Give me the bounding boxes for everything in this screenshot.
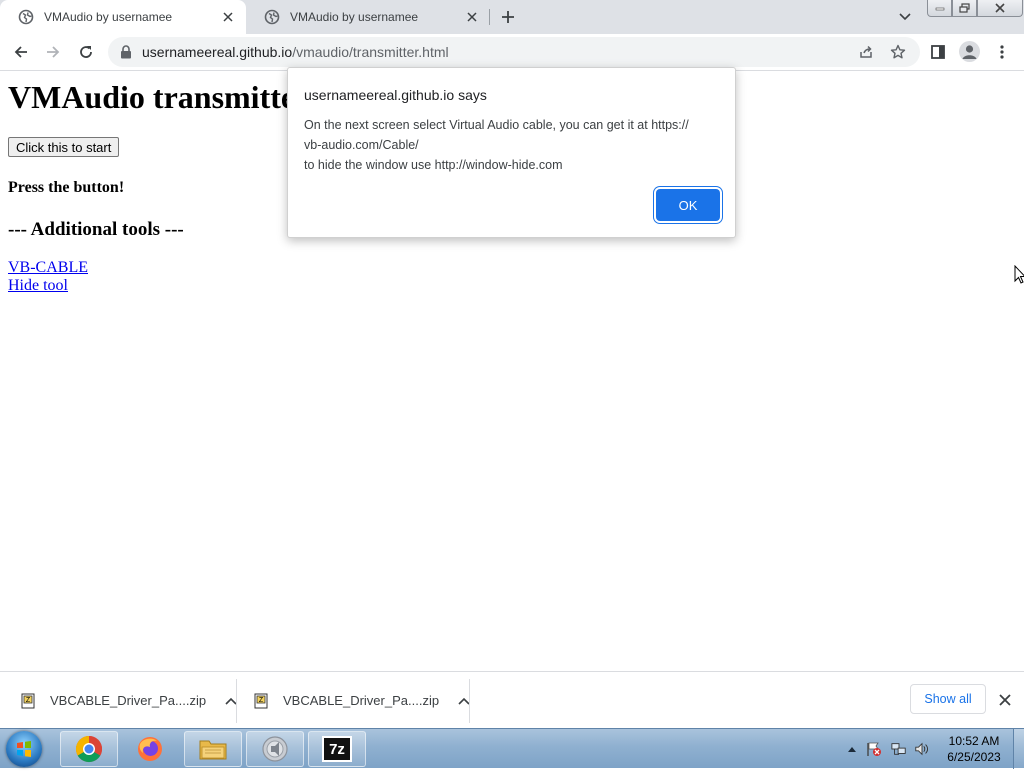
reload-icon[interactable] — [76, 42, 96, 62]
alert-message: On the next screen select Virtual Audio … — [304, 115, 714, 175]
download-item[interactable]: Z VBCABLE_Driver_Pa....zip — [20, 672, 238, 729]
kebab-menu-icon[interactable] — [992, 42, 1012, 62]
globe-icon — [264, 9, 280, 25]
tab-inactive[interactable]: VMAudio by usernamee — [246, 0, 490, 34]
media-player-taskbar-button[interactable] — [246, 731, 304, 767]
ok-button[interactable]: OK — [656, 189, 720, 221]
explorer-taskbar-button[interactable] — [184, 731, 242, 767]
download-item[interactable]: Z VBCABLE_Driver_Pa....zip — [253, 672, 471, 729]
vb-cable-link[interactable]: VB-CABLE — [8, 259, 88, 277]
chrome-icon — [75, 735, 103, 763]
media-player-icon — [262, 736, 288, 762]
7zip-icon: 7z — [322, 736, 352, 762]
system-clock[interactable]: 10:52 AM 6/25/2023 — [944, 733, 1004, 765]
start-button[interactable] — [6, 731, 42, 767]
7zip-label: 7z — [329, 740, 345, 758]
restore-icon[interactable] — [952, 0, 977, 17]
download-divider — [469, 679, 470, 723]
new-tab-icon[interactable] — [498, 7, 518, 27]
additional-tools-heading: --- Additional tools --- — [8, 219, 184, 240]
mouse-cursor-icon — [1014, 265, 1024, 284]
close-window-icon[interactable] — [977, 0, 1023, 17]
show-all-button[interactable]: Show all — [910, 684, 986, 714]
url-host: usernameereal.github.io — [142, 44, 293, 60]
browser-toolbar: usernameereal.github.io/vmaudio/transmit… — [0, 34, 1024, 71]
forward-arrow-icon[interactable] — [43, 42, 63, 62]
js-alert-dialog: usernameereal.github.io says On the next… — [287, 67, 736, 238]
zip-file-icon: Z — [254, 693, 268, 708]
lock-icon — [121, 45, 131, 59]
firefox-taskbar-button[interactable] — [121, 731, 179, 767]
windows-logo-icon — [17, 741, 31, 757]
address-bar[interactable]: usernameereal.github.io/vmaudio/transmit… — [108, 37, 920, 67]
network-icon[interactable] — [891, 741, 907, 757]
file-explorer-icon — [199, 740, 227, 760]
alert-message-line: to hide the window use http://window-hid… — [304, 158, 563, 172]
tray-overflow-icon[interactable] — [844, 741, 860, 757]
tab-search-chevron-icon[interactable] — [895, 8, 915, 26]
tab-active[interactable]: VMAudio by usernamee — [0, 0, 246, 34]
chrome-taskbar-button[interactable] — [60, 731, 118, 767]
tab-strip: VMAudio by usernamee VMAudio by username… — [0, 0, 1024, 34]
alert-message-line: On the next screen select Virtual Audio … — [304, 118, 689, 132]
alert-title: usernameereal.github.io says — [304, 87, 487, 103]
tab-title: VMAudio by usernamee — [44, 10, 173, 24]
minimize-icon[interactable] — [927, 0, 952, 17]
7zip-taskbar-button[interactable]: 7z — [308, 731, 366, 767]
clock-time: 10:52 AM — [948, 734, 1000, 748]
tab-divider — [489, 9, 490, 25]
press-button-text: Press the button! — [8, 179, 125, 196]
clock-date: 6/25/2023 — [947, 750, 1001, 764]
download-shelf: Z VBCABLE_Driver_Pa....zip Z VBCABLE_Dri… — [0, 671, 1024, 729]
globe-icon — [18, 9, 34, 25]
side-panel-icon[interactable] — [928, 42, 948, 62]
alert-message-line: vb-audio.com/Cable/ — [304, 138, 419, 152]
firefox-icon — [138, 737, 162, 761]
svg-text:Z: Z — [26, 697, 31, 704]
zip-file-icon: Z — [21, 693, 35, 708]
tab-title: VMAudio by usernamee — [290, 10, 419, 24]
window-controls — [927, 0, 1023, 18]
close-shelf-icon[interactable] — [997, 692, 1013, 708]
hide-tool-link[interactable]: Hide tool — [8, 277, 68, 295]
page-title: VMAudio transmitter — [8, 79, 310, 115]
share-icon[interactable] — [858, 44, 874, 60]
action-center-flag-icon[interactable] — [866, 741, 882, 757]
tab-close-icon[interactable] — [220, 9, 236, 25]
windows-taskbar: 7z 10:52 AM 6/25/2023 — [0, 728, 1024, 769]
download-filename: VBCABLE_Driver_Pa....zip — [283, 693, 440, 708]
download-divider — [236, 679, 237, 723]
bookmark-star-icon[interactable] — [890, 44, 906, 60]
start-button[interactable]: Click this to start — [8, 137, 120, 157]
url-path: /vmaudio/transmitter.html — [292, 44, 449, 60]
download-filename: VBCABLE_Driver_Pa....zip — [50, 693, 207, 708]
profile-avatar[interactable] — [959, 41, 980, 62]
back-arrow-icon[interactable] — [11, 42, 31, 62]
svg-text:Z: Z — [259, 697, 264, 704]
show-desktop-button[interactable] — [1013, 729, 1024, 769]
volume-icon[interactable] — [914, 741, 930, 757]
url-text: usernameereal.github.io/vmaudio/transmit… — [142, 44, 449, 60]
tab-close-icon[interactable] — [464, 9, 480, 25]
